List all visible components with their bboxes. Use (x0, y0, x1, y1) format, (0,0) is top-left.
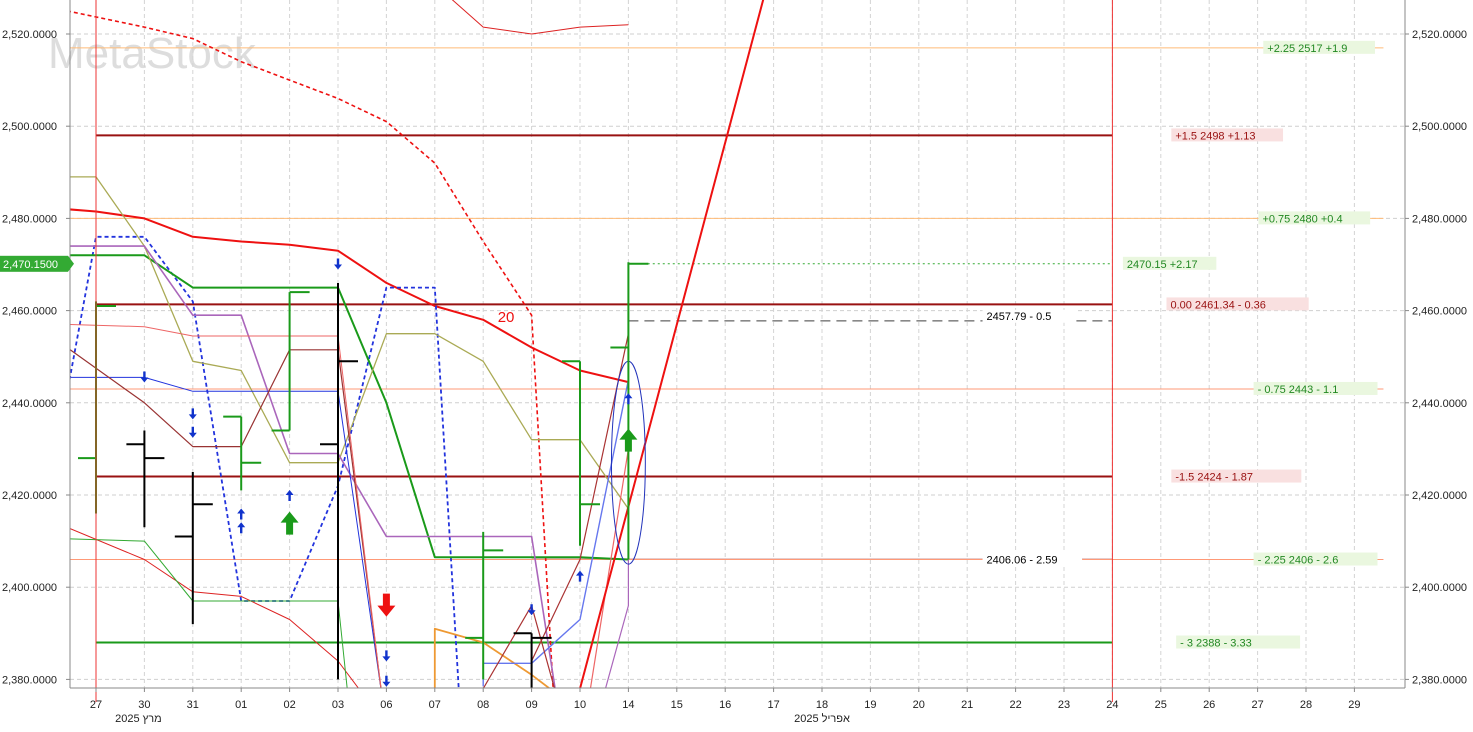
x-tick-label: 29 (1348, 699, 1360, 711)
current-price-label: 2,470.1500 (3, 259, 58, 271)
x-tick-label: 02 (283, 699, 295, 711)
x-tick-label: 21 (961, 699, 973, 711)
y-tick-label-left: 2,420.0000 (2, 490, 57, 502)
y-tick-label-left: 2,380.0000 (2, 674, 57, 686)
month-label: 2025 מרץ (115, 713, 162, 725)
x-tick-label: 16 (719, 699, 731, 711)
x-tick-label: 28 (1300, 699, 1312, 711)
y-tick-label-right: 2,500.0000 (1412, 121, 1467, 133)
level-label: - 3 2388 - 3.33 (1180, 638, 1252, 650)
level-label: 2457.79 - 0.5 (987, 311, 1052, 323)
x-tick-label: 01 (235, 699, 247, 711)
y-tick-label-right: 2,380.0000 (1412, 674, 1467, 686)
x-tick-label: 14 (622, 699, 634, 711)
x-tick-label: 24 (1106, 699, 1118, 711)
x-tick-label: 09 (525, 699, 537, 711)
y-tick-label-right: 2,460.0000 (1412, 306, 1467, 318)
level-label: 2470.15 +2.17 (1127, 259, 1198, 271)
y-tick-label-left: 2,520.0000 (2, 29, 57, 41)
stock-chart[interactable]: MetaStock 20 +2.25 2517 +1.9 +1.5 2498 +1… (0, 0, 1473, 727)
x-tick-label: 20 (913, 699, 925, 711)
y-tick-label-left: 2,480.0000 (2, 213, 57, 225)
x-tick-label: 31 (187, 699, 199, 711)
x-tick-label: 07 (429, 699, 441, 711)
x-tick-label: 15 (671, 699, 683, 711)
y-tick-label-left: 2,500.0000 (2, 121, 57, 133)
level-label: +2.25 2517 +1.9 (1267, 43, 1347, 55)
level-label: 0.00 2461.34 - 0.36 (1170, 299, 1265, 311)
x-tick-label: 08 (477, 699, 489, 711)
x-tick-label: 10 (574, 699, 586, 711)
x-tick-label: 03 (332, 699, 344, 711)
chart-background (0, 0, 1473, 727)
x-tick-label: 22 (1009, 699, 1021, 711)
x-tick-label: 18 (816, 699, 828, 711)
y-tick-label-right: 2,440.0000 (1412, 398, 1467, 410)
x-tick-label: 17 (767, 699, 779, 711)
level-label: -1.5 2424 - 1.87 (1175, 472, 1253, 484)
y-tick-label-right: 2,520.0000 (1412, 29, 1467, 41)
x-tick-label: 27 (90, 699, 102, 711)
x-tick-label: 26 (1203, 699, 1215, 711)
y-tick-label-right: 2,400.0000 (1412, 582, 1467, 594)
x-tick-label: 27 (1251, 699, 1263, 711)
y-tick-label-right: 2,480.0000 (1412, 213, 1467, 225)
x-tick-label: 19 (864, 699, 876, 711)
level-label: +1.5 2498 +1.13 (1175, 130, 1255, 142)
level-label: - 0.75 2443 - 1.1 (1258, 384, 1339, 396)
y-tick-label-left: 2,400.0000 (2, 582, 57, 594)
level-label: 2406.06 - 2.59 (987, 554, 1058, 566)
y-tick-label-left: 2,440.0000 (2, 398, 57, 410)
level-label: +0.75 2480 +0.4 (1262, 213, 1342, 225)
month-label: 2025 אפריל (794, 712, 850, 725)
chart-canvas[interactable]: MetaStock 20 +2.25 2517 +1.9+1.5 2498 +1… (0, 0, 1473, 727)
y-tick-label-left: 2,460.0000 (2, 306, 57, 318)
level-label: - 2.25 2406 - 2.6 (1258, 555, 1339, 567)
x-tick-label: 06 (380, 699, 392, 711)
x-tick-label: 23 (1058, 699, 1070, 711)
y-tick-label-right: 2,420.0000 (1412, 490, 1467, 502)
annotation-text: 20 (498, 309, 515, 326)
x-tick-label: 25 (1155, 699, 1167, 711)
x-tick-label: 30 (138, 699, 150, 711)
